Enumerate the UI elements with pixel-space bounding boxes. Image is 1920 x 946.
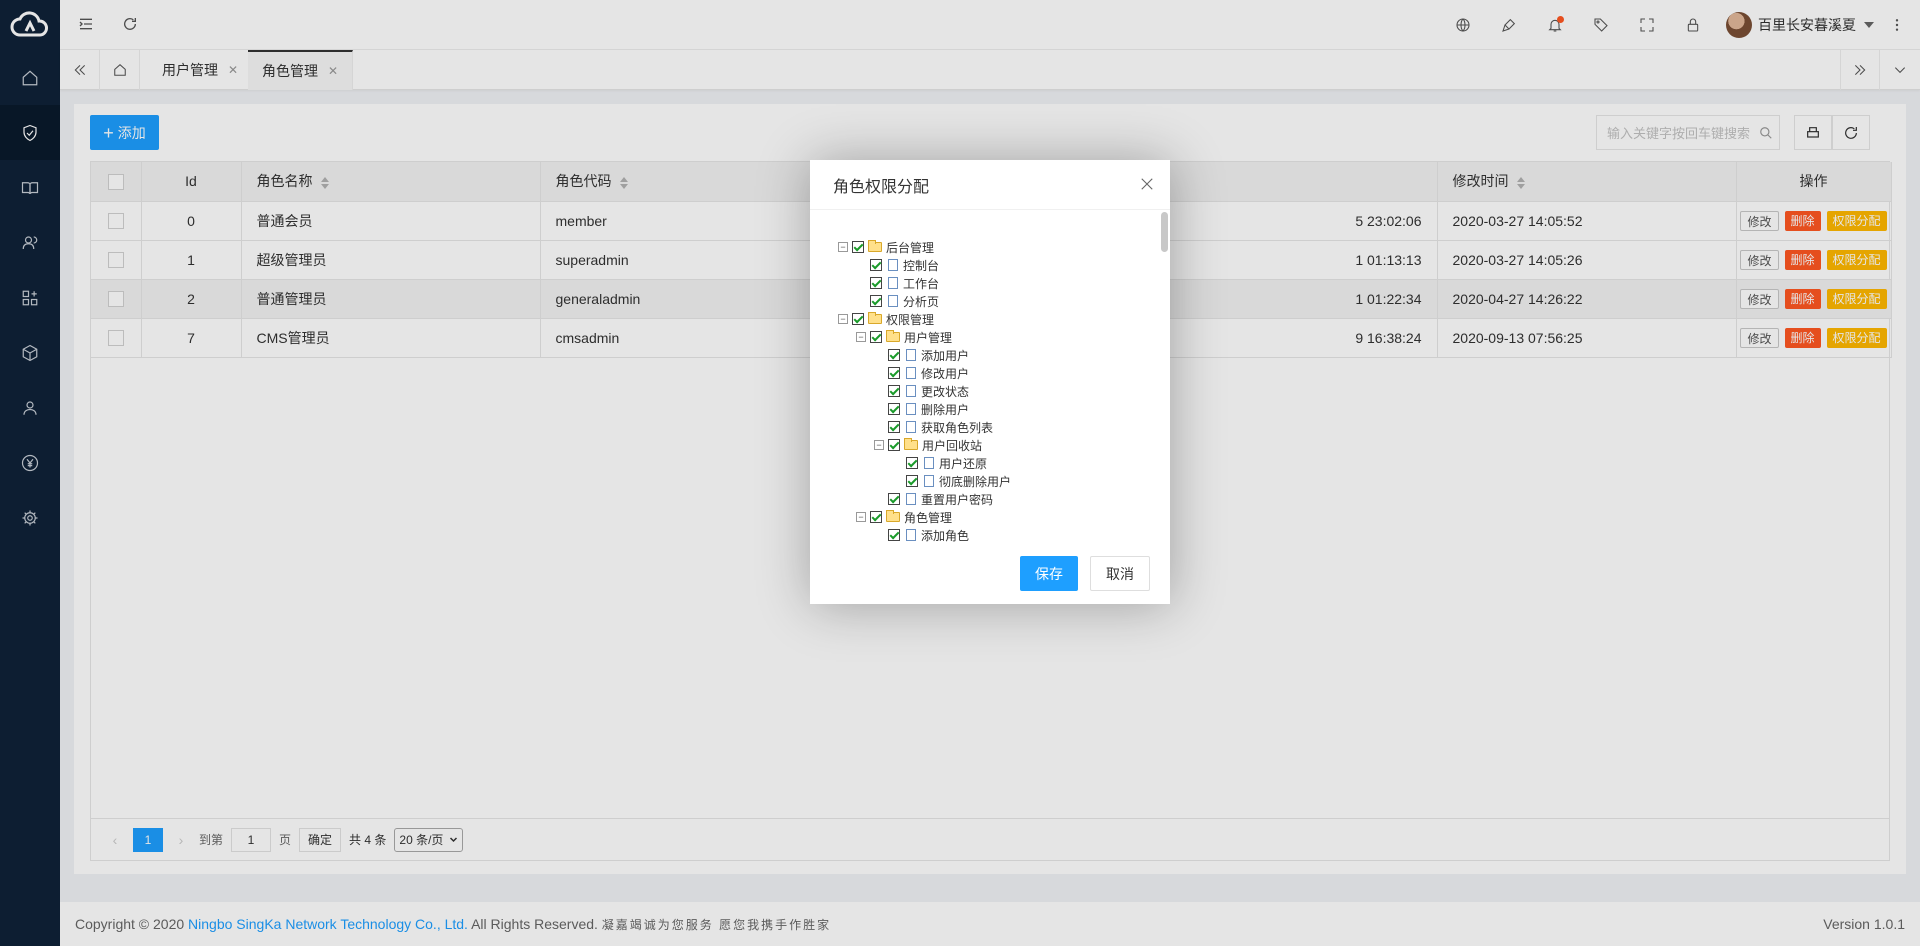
tree-checkbox[interactable] bbox=[870, 295, 882, 307]
file-icon bbox=[906, 493, 916, 505]
tree-node[interactable]: − 用户回收站 bbox=[838, 436, 1011, 454]
tree-node-label: 更改状态 bbox=[921, 384, 970, 399]
file-icon bbox=[888, 295, 898, 307]
permission-tree: − 后台管理控制台工作台分析页 − 权限管理 − 用户管理添加用户修改用户更改状态删除用户… bbox=[838, 238, 1011, 546]
tree-node[interactable]: 分析页 bbox=[838, 292, 1011, 310]
permission-tree-container: − 后台管理控制台工作台分析页 − 权限管理 − 用户管理添加用户修改用户更改状态删除用户… bbox=[810, 210, 1170, 546]
tree-checkbox[interactable] bbox=[888, 367, 900, 379]
folder-icon bbox=[904, 438, 918, 450]
file-icon bbox=[906, 421, 916, 433]
file-icon bbox=[888, 277, 898, 289]
tree-checkbox[interactable] bbox=[852, 313, 864, 325]
tree-checkbox[interactable] bbox=[888, 421, 900, 433]
tree-node-label: 分析页 bbox=[903, 294, 940, 309]
tree-checkbox[interactable] bbox=[906, 475, 918, 487]
folder-icon bbox=[868, 240, 882, 252]
save-button[interactable]: 保存 bbox=[1020, 556, 1078, 591]
file-icon bbox=[924, 475, 934, 487]
file-icon bbox=[906, 349, 916, 361]
tree-checkbox[interactable] bbox=[888, 529, 900, 541]
tree-checkbox[interactable] bbox=[888, 493, 900, 505]
tree-node-label: 用户还原 bbox=[939, 456, 988, 471]
tree-checkbox[interactable] bbox=[888, 349, 900, 361]
collapse-toggle-icon[interactable]: − bbox=[874, 440, 884, 450]
close-icon[interactable] bbox=[1138, 175, 1156, 193]
modal-footer: 保存 取消 bbox=[810, 546, 1170, 604]
file-icon bbox=[906, 367, 916, 379]
folder-icon bbox=[886, 510, 900, 522]
tree-node-label: 后台管理 bbox=[886, 240, 935, 255]
modal-title: 角色权限分配 bbox=[833, 178, 930, 196]
tree-checkbox[interactable] bbox=[906, 457, 918, 469]
modal-header: 角色权限分配 bbox=[810, 160, 1170, 210]
tree-node-label: 添加角色 bbox=[921, 528, 970, 543]
collapse-toggle-icon[interactable]: − bbox=[856, 512, 866, 522]
tree-node-label: 重置用户密码 bbox=[921, 492, 994, 507]
tree-node[interactable]: 彻底删除用户 bbox=[838, 472, 1011, 490]
scrollbar[interactable] bbox=[1161, 212, 1168, 252]
tree-node[interactable]: 用户还原 bbox=[838, 454, 1011, 472]
tree-node[interactable]: 添加角色 bbox=[838, 526, 1011, 544]
tree-node[interactable]: 控制台 bbox=[838, 256, 1011, 274]
tree-node-label: 用户回收站 bbox=[922, 438, 983, 453]
tree-node[interactable]: − 角色管理 bbox=[838, 508, 1011, 526]
file-icon bbox=[906, 529, 916, 541]
tree-node-label: 权限管理 bbox=[886, 312, 935, 327]
tree-node[interactable]: − 权限管理 bbox=[838, 310, 1011, 328]
file-icon bbox=[906, 385, 916, 397]
tree-node-label: 工作台 bbox=[903, 276, 940, 291]
file-icon bbox=[906, 403, 916, 415]
tree-checkbox[interactable] bbox=[870, 331, 882, 343]
collapse-toggle-icon[interactable]: − bbox=[838, 242, 848, 252]
tree-node[interactable]: 修改用户 bbox=[838, 364, 1011, 382]
tree-node[interactable]: 更改状态 bbox=[838, 382, 1011, 400]
tree-node[interactable]: 工作台 bbox=[838, 274, 1011, 292]
collapse-toggle-icon[interactable]: − bbox=[856, 332, 866, 342]
tree-checkbox[interactable] bbox=[888, 403, 900, 415]
folder-icon bbox=[868, 312, 882, 324]
tree-node-label: 添加用户 bbox=[921, 348, 970, 363]
tree-node[interactable]: − 用户管理 bbox=[838, 328, 1011, 346]
tree-node-label: 控制台 bbox=[903, 258, 940, 273]
tree-node[interactable]: 重置用户密码 bbox=[838, 490, 1011, 508]
tree-node[interactable]: 删除用户 bbox=[838, 400, 1011, 418]
permission-modal: 角色权限分配 − 后台管理控制台工作台分析页 − 权限管理 − 用户管理添加用户修改用户更… bbox=[810, 160, 1170, 604]
tree-node-label: 角色管理 bbox=[904, 510, 953, 525]
tree-node-label: 彻底删除用户 bbox=[939, 474, 1012, 489]
tree-checkbox[interactable] bbox=[870, 259, 882, 271]
tree-node-label: 用户管理 bbox=[904, 330, 953, 345]
tree-node-label: 获取角色列表 bbox=[921, 420, 994, 435]
tree-checkbox[interactable] bbox=[870, 511, 882, 523]
tree-checkbox[interactable] bbox=[852, 241, 864, 253]
folder-icon bbox=[886, 330, 900, 342]
file-icon bbox=[888, 259, 898, 271]
cancel-button[interactable]: 取消 bbox=[1090, 556, 1150, 591]
tree-node-label: 删除用户 bbox=[921, 402, 970, 417]
tree-checkbox[interactable] bbox=[870, 277, 882, 289]
tree-checkbox[interactable] bbox=[888, 385, 900, 397]
tree-node[interactable]: 获取角色列表 bbox=[838, 418, 1011, 436]
tree-node[interactable]: 添加用户 bbox=[838, 346, 1011, 364]
file-icon bbox=[924, 457, 934, 469]
tree-checkbox[interactable] bbox=[888, 439, 900, 451]
tree-node-label: 修改用户 bbox=[921, 366, 970, 381]
tree-node[interactable]: − 后台管理 bbox=[838, 238, 1011, 256]
collapse-toggle-icon[interactable]: − bbox=[838, 314, 848, 324]
